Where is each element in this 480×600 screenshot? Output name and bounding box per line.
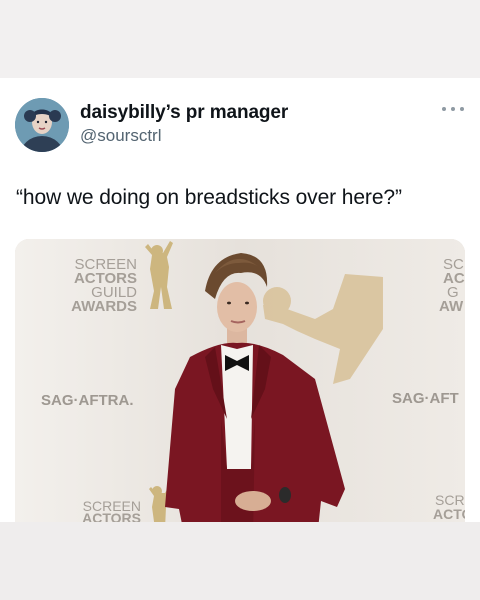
display-name[interactable]: daisybilly’s pr manager	[80, 102, 288, 124]
top-background	[0, 0, 480, 78]
backdrop-text: AW	[439, 298, 464, 315]
more-horizontal-icon[interactable]	[442, 104, 464, 114]
user-handle[interactable]: @soursctrl	[80, 126, 162, 146]
tweet-text: “how we doing on breadsticks over here?”	[16, 186, 402, 209]
tweet-media-photo[interactable]: SCREEN ACTORS GUILD AWARDS SC AC G AW SA…	[15, 239, 465, 522]
backdrop-logo-left: SCREEN ACTORS GUILD AWARDS	[71, 256, 137, 315]
backdrop-text: ACTORS	[82, 510, 141, 522]
sag-aftra-text-left: SAG·AFTRA.	[41, 392, 134, 409]
bottom-background	[0, 522, 480, 600]
avatar[interactable]	[15, 98, 69, 152]
sag-aftra-text-right: SAG·AFT	[392, 390, 459, 407]
backdrop-text: AWARDS	[71, 298, 137, 315]
backdrop-logo-right: SC AC G AW	[439, 256, 465, 315]
tweet-card[interactable]: daisybilly’s pr manager @soursctrl “how …	[0, 78, 480, 522]
backdrop-text: ACTO	[433, 506, 465, 522]
